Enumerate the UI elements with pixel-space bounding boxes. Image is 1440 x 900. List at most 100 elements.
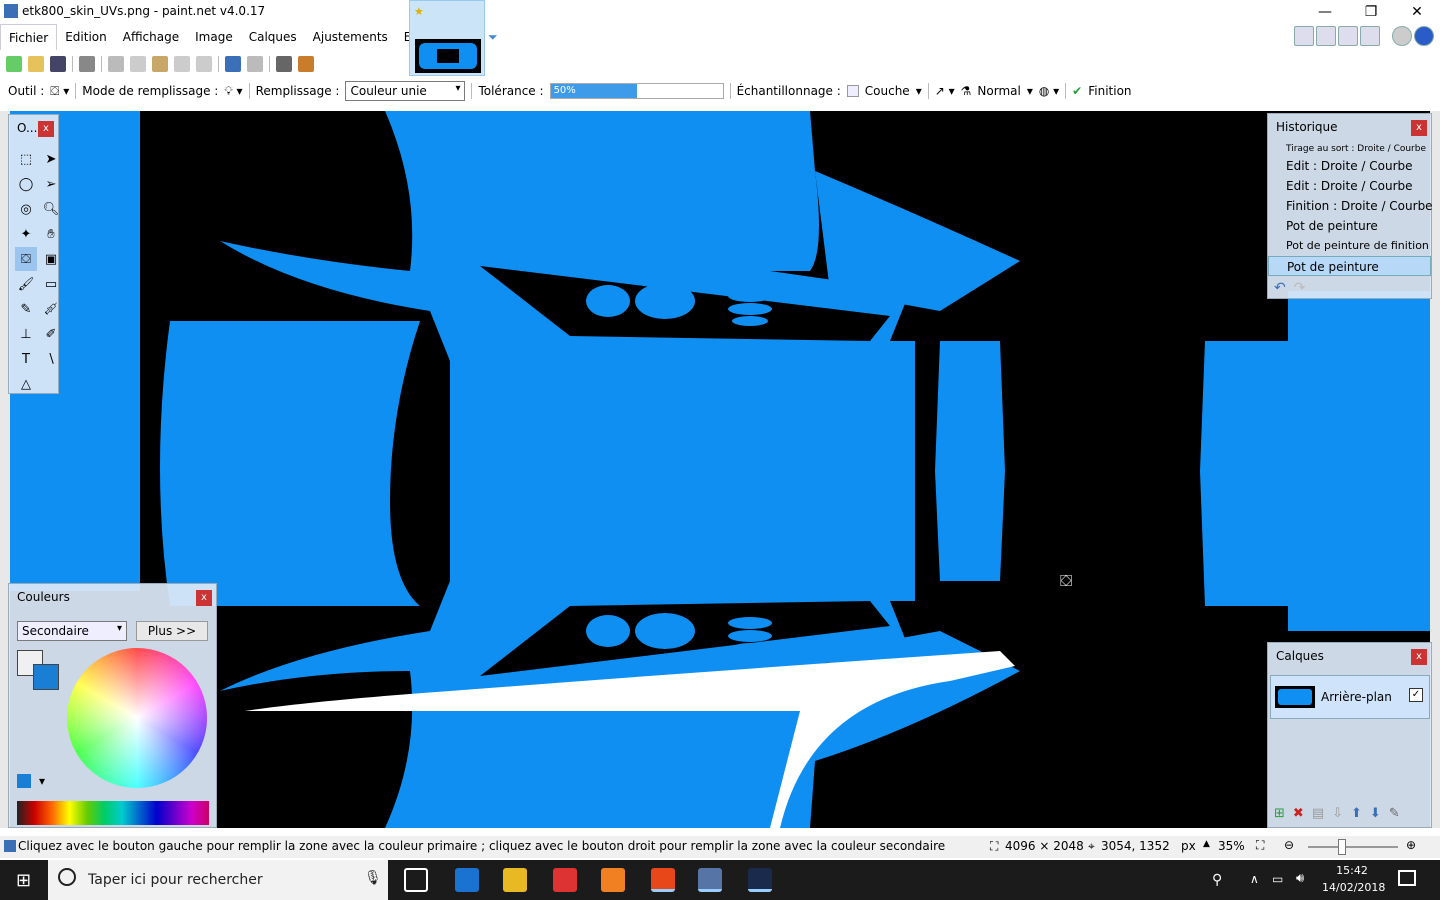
restore-button[interactable]: ❐	[1348, 0, 1394, 24]
add-layer-icon[interactable]: ⊞	[1274, 806, 1285, 821]
ruler-icon[interactable]	[298, 56, 314, 72]
alpha-icon[interactable]: ◍ ▾	[1039, 84, 1059, 98]
zoom-icon[interactable]: 🔍︎	[40, 197, 62, 221]
rectangle-select-icon[interactable]: ⬚	[15, 147, 37, 171]
lasso-select-icon[interactable]: ◯	[15, 172, 37, 196]
people-icon[interactable]: ⚲	[1212, 872, 1222, 888]
clone-stamp-icon[interactable]: ⊥	[15, 322, 37, 346]
menu-affichage[interactable]: Affichage	[115, 24, 187, 50]
undo-icon[interactable]	[225, 56, 241, 72]
close-button[interactable]: ✕	[1394, 0, 1440, 24]
redo-history-icon[interactable]: ↷	[1294, 280, 1306, 296]
fit-window-icon[interactable]: ⛶	[1256, 838, 1264, 853]
microphone-icon[interactable]: 🎙︎	[364, 870, 382, 886]
zoom-dropdown-icon[interactable]: ▲	[1203, 839, 1210, 849]
menu-image[interactable]: Image	[187, 24, 241, 50]
eraser-icon[interactable]: ▭	[40, 272, 62, 296]
zoom-in-icon[interactable]: ⊕	[1406, 838, 1416, 852]
edge-icon[interactable]	[455, 868, 479, 892]
colors-panel-close-icon[interactable]: x	[196, 590, 212, 606]
tolerance-slider[interactable]: 50%	[549, 83, 724, 99]
task-view-icon[interactable]	[404, 868, 428, 892]
image-canvas[interactable]: ⛋	[10, 111, 1430, 828]
history-item[interactable]: Tirage au sort : Droite / Courbe	[1268, 142, 1431, 156]
cut-icon[interactable]	[108, 56, 124, 72]
secondary-color-swatch[interactable]	[33, 664, 59, 690]
ellipse-select-icon[interactable]: ◎	[15, 197, 37, 221]
color-palette[interactable]	[17, 801, 209, 825]
steam-icon[interactable]	[748, 868, 772, 892]
open-icon[interactable]	[28, 56, 44, 72]
layer-visibility-checkbox[interactable]: ✓	[1409, 688, 1423, 702]
history-item[interactable]: Pot de peinture de finition	[1268, 236, 1431, 256]
pencil-icon[interactable]: ✎	[15, 297, 37, 321]
redo-icon[interactable]	[247, 56, 263, 72]
sampling-dropdown-icon[interactable]: ▾	[916, 84, 922, 98]
mail-icon[interactable]	[601, 868, 625, 892]
history-item-selected[interactable]: Pot de peinture	[1268, 256, 1431, 276]
history-panel-close-icon[interactable]: x	[1411, 120, 1427, 136]
pan-icon[interactable]: ✋︎	[40, 222, 62, 246]
layer-row[interactable]: Arrière-plan ✓	[1270, 675, 1430, 719]
clock-time[interactable]: 15:42	[1322, 864, 1382, 877]
paintbrush-icon[interactable]: 🖌︎	[15, 272, 37, 296]
colors-toggle-icon[interactable]	[1360, 26, 1380, 46]
blend-dropdown-icon[interactable]: ▾	[1027, 84, 1033, 98]
windows-start-icon[interactable]: ⊞	[16, 870, 31, 891]
tab-dropdown-icon[interactable]: ⏷	[488, 30, 498, 45]
image-tab-thumbnail[interactable]: ★	[409, 0, 485, 76]
history-item[interactable]: Pot de peinture	[1268, 216, 1431, 236]
new-icon[interactable]	[6, 56, 22, 72]
blend-mode-select[interactable]: Normal	[977, 84, 1020, 98]
fill-select[interactable]: Couleur unie	[345, 81, 466, 101]
save-icon[interactable]	[50, 56, 66, 72]
paint-bucket-icon[interactable]: ⛋ ▾	[50, 84, 69, 99]
menu-calques[interactable]: Calques	[241, 24, 305, 50]
move-selection-icon[interactable]: ➤	[40, 147, 62, 171]
fill-mode-icon[interactable]: 💡︎ ▾	[224, 84, 242, 99]
recolor-icon[interactable]: ✐	[40, 322, 62, 346]
color-wheel[interactable]	[67, 648, 207, 788]
notifications-icon[interactable]	[1398, 870, 1416, 886]
paste-icon[interactable]	[152, 56, 168, 72]
delete-layer-icon[interactable]: ✖	[1293, 806, 1304, 821]
palette-menu-icon[interactable]: ▾	[39, 774, 45, 788]
layers-toggle-icon[interactable]	[1338, 26, 1358, 46]
history-item[interactable]: Edit : Droite / Courbe	[1268, 156, 1431, 176]
move-layer-up-icon[interactable]: ⬆	[1351, 806, 1362, 821]
merge-down-icon[interactable]: ⇩	[1332, 806, 1343, 821]
grid-icon[interactable]	[276, 56, 292, 72]
palette-icon[interactable]	[17, 774, 31, 788]
menu-fichier[interactable]: Fichier	[0, 24, 58, 50]
text-icon[interactable]: T	[15, 347, 37, 371]
magic-wand-icon[interactable]: ✦	[15, 222, 37, 246]
unit-select[interactable]: px	[1181, 839, 1196, 853]
undo-history-icon[interactable]: ↶	[1274, 280, 1286, 296]
copy-icon[interactable]	[130, 56, 146, 72]
paint-bucket-icon[interactable]: ⛋	[15, 247, 37, 271]
minimize-button[interactable]: —	[1302, 0, 1348, 24]
print-icon[interactable]	[79, 56, 95, 72]
network-icon[interactable]: ▭	[1272, 872, 1283, 886]
history-item[interactable]: Finition : Droite / Courbe	[1268, 196, 1433, 216]
clock-date[interactable]: 14/02/2018	[1322, 881, 1385, 894]
sampling-select[interactable]: Couche	[865, 84, 910, 98]
taskbar-search-box[interactable]: Taper ici pour rechercher 🎙︎	[48, 860, 388, 900]
color-picker-icon[interactable]: 💉︎	[40, 297, 62, 321]
history-toggle-icon[interactable]	[1316, 26, 1336, 46]
line-curve-icon[interactable]: ∖	[40, 347, 62, 371]
volume-icon[interactable]: 🔊︎	[1296, 871, 1304, 886]
tools-panel-close-icon[interactable]: x	[38, 121, 54, 137]
move-layer-down-icon[interactable]: ⬇	[1370, 806, 1381, 821]
deselect-icon[interactable]	[196, 56, 212, 72]
finish-button[interactable]: Finition	[1088, 84, 1131, 98]
paintnet-taskbar-icon[interactable]	[698, 868, 722, 892]
more-button[interactable]: Plus >>	[136, 621, 208, 641]
help-icon[interactable]	[1414, 26, 1434, 46]
gradient-icon[interactable]: ▣	[40, 247, 62, 271]
firefox-icon[interactable]	[651, 868, 675, 892]
file-explorer-icon[interactable]	[503, 868, 527, 892]
menu-ajustements[interactable]: Ajustements	[305, 24, 396, 50]
zoom-out-icon[interactable]: ⊖	[1284, 838, 1294, 852]
color-mode-select[interactable]: Secondaire	[17, 621, 127, 641]
